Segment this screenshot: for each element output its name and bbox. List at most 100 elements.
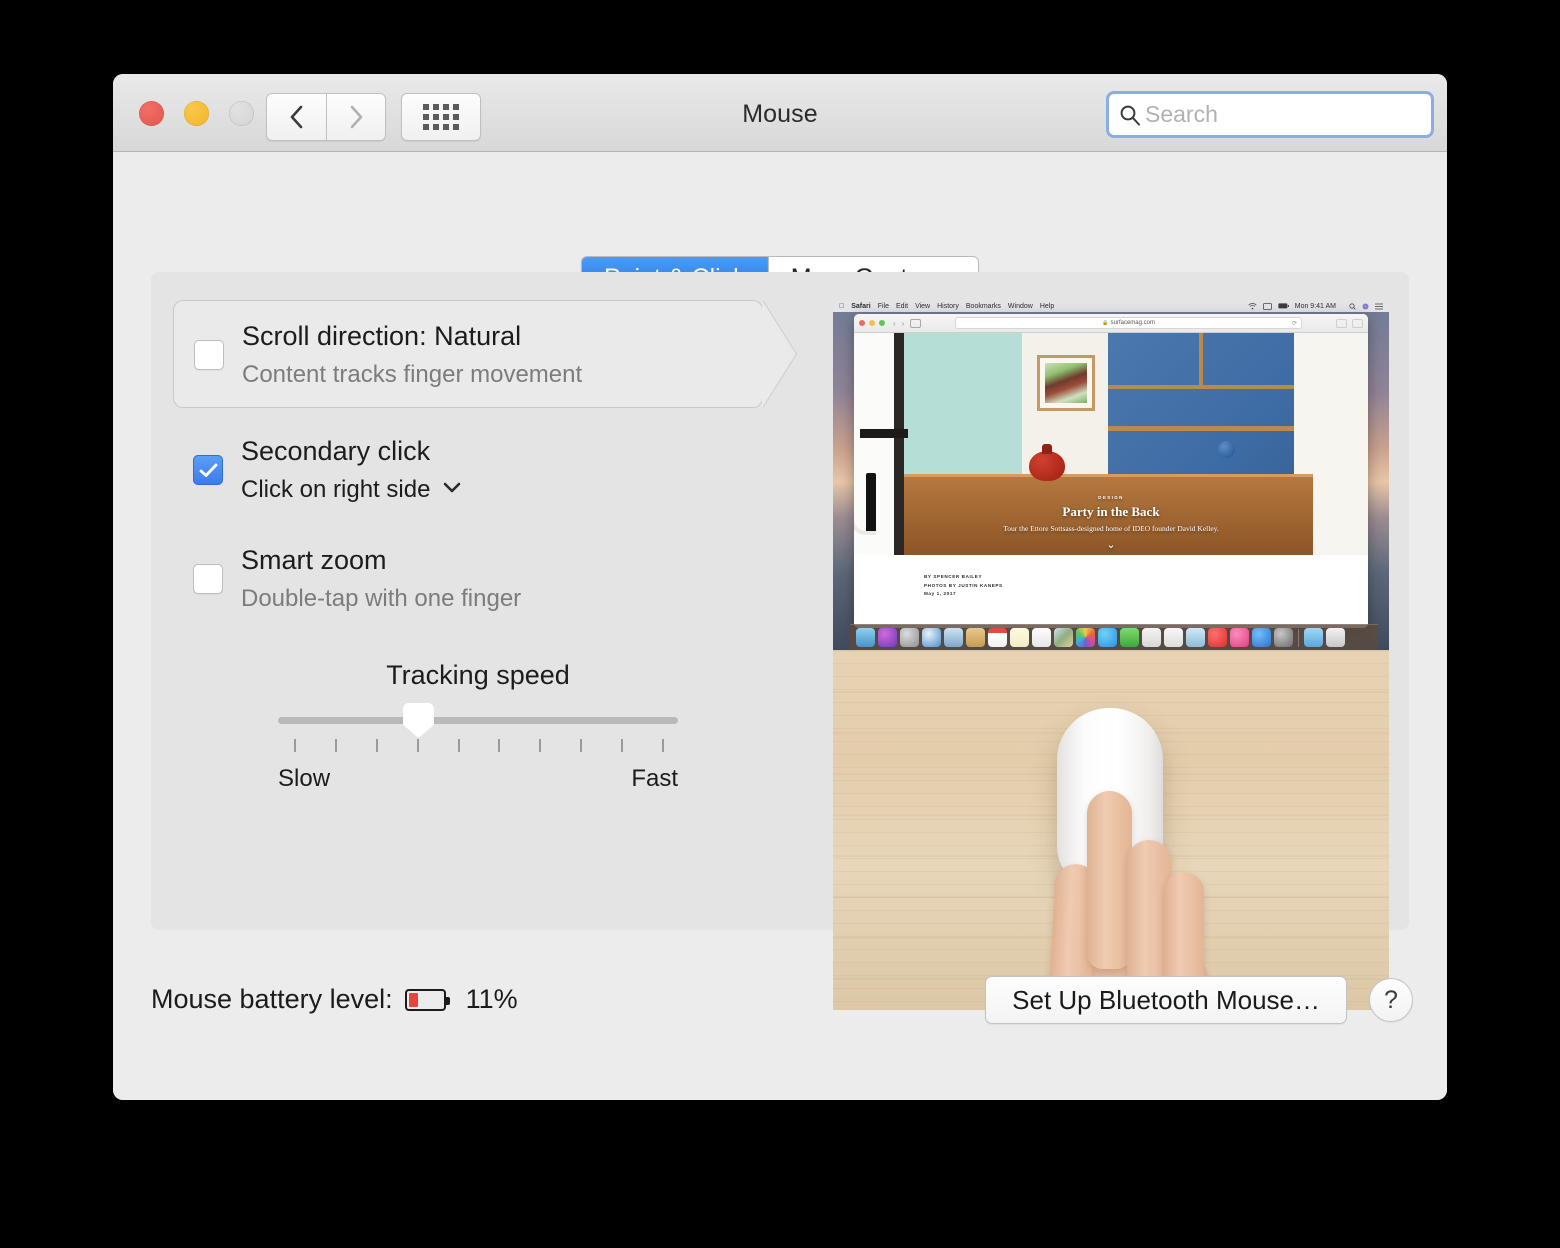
apple-icon:  (839, 303, 844, 310)
option-secondary-click[interactable]: Secondary click Click on right side (173, 430, 793, 538)
battery-nub (446, 997, 450, 1005)
safari-share-icon[interactable] (1336, 319, 1347, 328)
option-scroll-direction-subtitle: Content tracks finger movement (242, 363, 582, 387)
gesture-preview:  Safari File Edit View History Bookmark… (833, 300, 1389, 1010)
dock-messages-icon[interactable] (1098, 628, 1117, 647)
scroll-direction-checkbox[interactable] (194, 340, 224, 370)
dock-app-store-icon[interactable] (1252, 628, 1271, 647)
safari-tabs-icon[interactable] (1352, 319, 1363, 328)
battery-label: Mouse battery level: (151, 984, 393, 1015)
slider-tick (417, 739, 419, 752)
control-center-icon (1375, 303, 1383, 310)
secondary-click-checkbox[interactable] (193, 455, 223, 485)
option-smart-zoom[interactable]: Smart zoom Double-tap with one finger (173, 538, 793, 646)
option-scroll-direction[interactable]: Scroll direction: Natural Content tracks… (173, 300, 763, 408)
secondary-click-popup-button[interactable]: Click on right side (241, 478, 462, 502)
slider-end-labels: Slow Fast (278, 765, 678, 793)
menu-bar-clock: Mon 9:41 AM (1295, 303, 1336, 310)
scroll-hint-chevron-down-icon: ⌄ (854, 538, 1368, 551)
reload-icon[interactable]: ⟳ (1292, 320, 1297, 327)
dock-launchpad-icon[interactable] (900, 628, 919, 647)
option-smart-zoom-subtitle: Double-tap with one finger (241, 587, 521, 611)
spotlight-icon (1349, 303, 1356, 310)
article-kicker: DESIGN (854, 495, 1368, 500)
safari-nav-buttons[interactable]: ‹ › (893, 319, 904, 328)
window-body: Point & Click More Gestures Scroll direc… (113, 152, 1447, 1100)
dock-numbers-icon[interactable] (1164, 628, 1183, 647)
safari-zoom-button[interactable] (879, 320, 885, 326)
option-secondary-click-title: Secondary click (241, 438, 430, 465)
help-button[interactable]: ? (1369, 978, 1413, 1022)
menu-item-history: History (937, 303, 959, 310)
dock-system-preferences-icon[interactable] (1274, 628, 1293, 647)
bottom-bar: Mouse battery level: 11% Set Up Bluetoot… (113, 930, 1447, 1100)
bottom-buttons: Set Up Bluetooth Mouse… ? (985, 976, 1413, 1024)
dock-maps-icon[interactable] (1054, 628, 1073, 647)
slider-ticks (278, 739, 678, 757)
hero-door-knob (1218, 441, 1235, 458)
option-smart-zoom-title: Smart zoom (241, 547, 387, 574)
dock-keynote-icon[interactable] (1186, 628, 1205, 647)
smart-zoom-checkbox[interactable] (193, 564, 223, 594)
safari-sidebar-icon[interactable] (910, 319, 921, 328)
slider-tick (294, 739, 296, 752)
dock-downloads-folder-icon[interactable] (1304, 628, 1323, 647)
dock-itunes-icon[interactable] (1230, 628, 1249, 647)
safari-window: ‹ › 🔒 surfacemag.com ⟳ (854, 314, 1368, 628)
dock-preview-icon[interactable] (944, 628, 963, 647)
slider-tick (539, 739, 541, 752)
dock-reminders-icon[interactable] (1032, 628, 1051, 647)
tracking-speed-label: Tracking speed (278, 660, 678, 691)
dock-facetime-icon[interactable] (1120, 628, 1139, 647)
menu-item-file: File (878, 303, 889, 310)
battery-icon (1278, 303, 1289, 309)
slider-min-label: Slow (278, 765, 330, 793)
search-icon (1119, 104, 1141, 126)
safari-toolbar: ‹ › 🔒 surfacemag.com ⟳ (854, 314, 1368, 333)
safari-close-button[interactable] (859, 320, 865, 326)
slider-tick (498, 739, 500, 752)
dock-safari-icon[interactable] (922, 628, 941, 647)
battery-percent: 11% (466, 984, 518, 1015)
dock-photos-icon[interactable] (1076, 628, 1095, 647)
article-dek: Tour the Ettore Sottsass-designed home o… (854, 524, 1368, 533)
dock-contacts-icon[interactable] (966, 628, 985, 647)
battery-fill (409, 993, 418, 1007)
tracking-speed-slider[interactable] (278, 713, 678, 727)
safari-minimize-button[interactable] (869, 320, 875, 326)
slider-tick (580, 739, 582, 752)
set-up-bluetooth-mouse-button[interactable]: Set Up Bluetooth Mouse… (985, 976, 1347, 1024)
article-author: BY SPENCER BAILEY (924, 573, 1368, 582)
slider-tick (376, 739, 378, 752)
dock-siri-icon[interactable] (878, 628, 897, 647)
dock-calendar-icon[interactable] (988, 628, 1007, 647)
search-field[interactable] (1106, 91, 1434, 138)
article-headline: Party in the Back (854, 504, 1368, 520)
battery-status: Mouse battery level: 11% (151, 984, 518, 1015)
slider-track (278, 717, 678, 724)
tracking-speed-control: Tracking speed Slow Fast (278, 660, 678, 793)
menu-item-view: View (915, 303, 930, 310)
article-photo-credit: PHOTOS BY JUSTIN KANEPS (924, 582, 1368, 591)
safari-forward-icon[interactable]: › (902, 319, 905, 328)
siri-icon (1362, 303, 1369, 310)
menu-item-help: Help (1040, 303, 1054, 310)
safari-address-bar[interactable]: 🔒 surfacemag.com ⟳ (955, 317, 1302, 329)
article-hero-image: DESIGN Party in the Back Tour the Ettore… (854, 333, 1368, 555)
safari-toolbar-right (1336, 319, 1363, 328)
system-preferences-window: Mouse Point & Click More Gestures Scroll… (113, 74, 1447, 1100)
hero-framed-artwork (1037, 355, 1095, 411)
dock-pages-icon[interactable] (1142, 628, 1161, 647)
dock-notes-icon[interactable] (1010, 628, 1029, 647)
slider-thumb[interactable] (403, 703, 434, 738)
search-input[interactable] (1145, 101, 1421, 128)
safari-traffic-lights (859, 320, 885, 326)
dock-trash-icon[interactable] (1326, 628, 1345, 647)
article-byline-block: BY SPENCER BAILEY PHOTOS BY JUSTIN KANEP… (854, 555, 1368, 628)
menu-item-window: Window (1008, 303, 1033, 310)
menu-item-bookmarks: Bookmarks (966, 303, 1001, 310)
hero-door-mullion-mid (1108, 426, 1294, 431)
dock-news-icon[interactable] (1208, 628, 1227, 647)
safari-back-icon[interactable]: ‹ (893, 319, 896, 328)
dock-finder-icon[interactable] (856, 628, 875, 647)
